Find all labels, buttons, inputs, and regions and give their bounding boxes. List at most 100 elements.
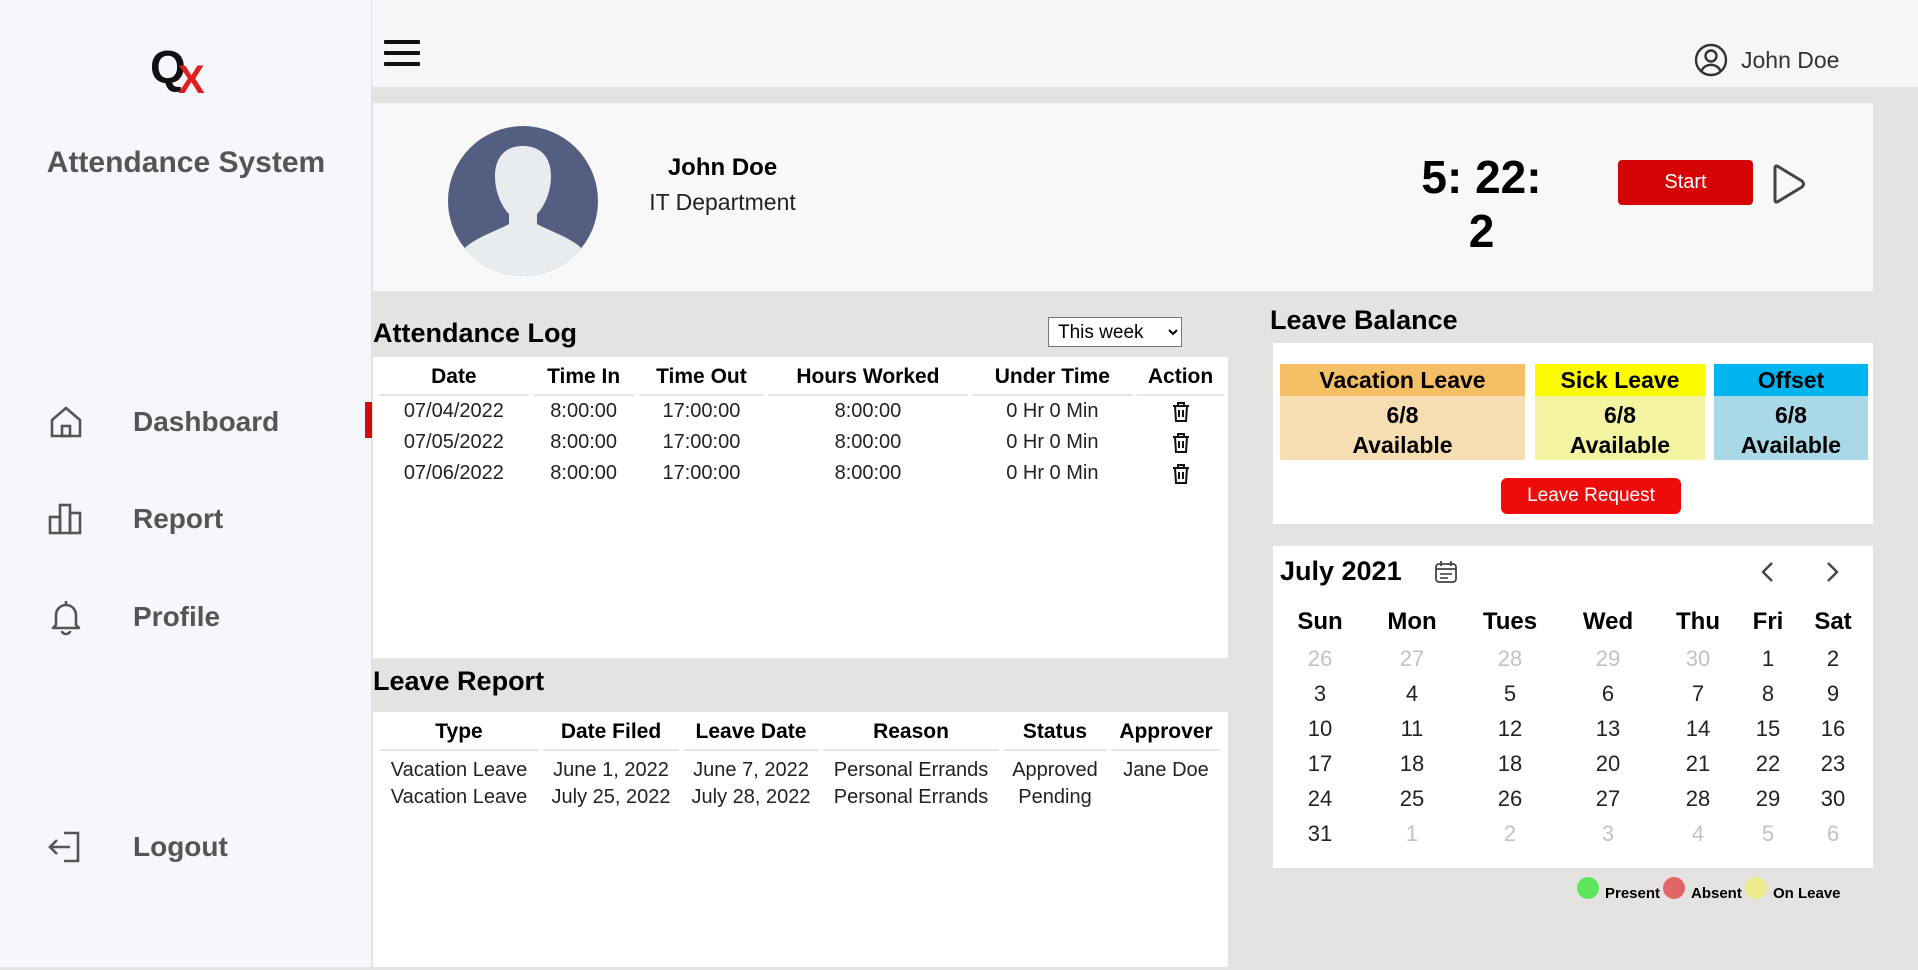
status-cell: Approved <box>1012 759 1098 781</box>
calendar-day[interactable]: 2 <box>1800 641 1866 676</box>
calendar-day[interactable]: 1 <box>1360 816 1464 851</box>
sidebar-item-label: Profile <box>133 601 221 632</box>
trash-icon[interactable] <box>1170 462 1192 486</box>
calendar-day[interactable]: 28 <box>1464 641 1556 676</box>
calendar-day[interactable]: 4 <box>1660 816 1736 851</box>
app-logo: Q X <box>150 40 220 106</box>
calendar-icon[interactable] <box>1433 559 1459 585</box>
balance-label: Offset <box>1714 364 1868 396</box>
calendar-day[interactable]: 20 <box>1556 746 1660 781</box>
balance-available: Available <box>1740 432 1842 458</box>
calendar-day[interactable]: 15 <box>1736 711 1800 746</box>
calendar-day[interactable]: 25 <box>1360 781 1464 816</box>
play-icon[interactable] <box>1768 162 1808 206</box>
date-filed-cell: June 1, 2022 <box>553 759 669 781</box>
calendar-day[interactable]: 10 <box>1280 711 1360 746</box>
sidebar-item-profile[interactable]: Profile <box>46 592 346 642</box>
weekday-header: Wed <box>1582 608 1634 635</box>
date-filed-cell: July 25, 2022 <box>551 786 671 808</box>
calendar-week: 3456789 <box>1280 676 1866 711</box>
calendar-day[interactable]: 31 <box>1280 816 1360 851</box>
balance-value: 6/8 Available <box>1535 396 1705 460</box>
trash-icon[interactable] <box>1170 431 1192 455</box>
time-in-cell: 8:00:00 <box>550 462 617 484</box>
attendance-log-table: Date Time In Time Out Hours Worked Under… <box>375 359 1228 489</box>
time-out-cell: 17:00:00 <box>662 431 741 453</box>
date-cell: 07/06/2022 <box>403 462 504 484</box>
absent-dot <box>1663 877 1685 899</box>
user-name: John Doe <box>1741 46 1840 73</box>
column-header: Under Time <box>971 359 1134 396</box>
column-header: Leave Date <box>683 714 819 751</box>
calendar-day[interactable]: 3 <box>1556 816 1660 851</box>
balance-available: Available <box>1569 432 1671 458</box>
calendar-day[interactable]: 24 <box>1280 781 1360 816</box>
on-leave-dot <box>1745 877 1767 899</box>
sidebar-item-dashboard[interactable]: Dashboard <box>46 397 346 447</box>
calendar-day[interactable]: 6 <box>1800 816 1866 851</box>
column-header: Time Out <box>638 359 765 396</box>
action-cell <box>1137 458 1224 489</box>
calendar-day[interactable]: 13 <box>1556 711 1660 746</box>
logout-button[interactable]: Logout <box>46 822 346 872</box>
calendar-day[interactable]: 27 <box>1360 641 1464 676</box>
calendar-day[interactable]: 26 <box>1464 781 1556 816</box>
calendar-day[interactable]: 2 <box>1464 816 1556 851</box>
leave-date-cell: July 28, 2022 <box>691 786 811 808</box>
user-menu[interactable]: John Doe <box>1693 42 1839 78</box>
table-row: 07/06/2022 8:00:00 17:00:00 8:00:00 0 Hr… <box>379 458 1224 489</box>
calendar-day[interactable]: 30 <box>1660 641 1736 676</box>
hamburger-icon[interactable] <box>384 40 420 70</box>
calendar-day[interactable]: 7 <box>1660 676 1736 711</box>
calendar-day[interactable]: 3 <box>1280 676 1360 711</box>
calendar-day[interactable]: 6 <box>1556 676 1660 711</box>
sidebar-item-label: Report <box>133 503 224 534</box>
calendar-day[interactable]: 8 <box>1736 676 1800 711</box>
calendar-day[interactable]: 21 <box>1660 746 1736 781</box>
calendar-day[interactable]: 5 <box>1464 676 1556 711</box>
calendar-day[interactable]: 18 <box>1360 746 1464 781</box>
calendar-day[interactable]: 17 <box>1280 746 1360 781</box>
sidebar-item-report[interactable]: Report <box>46 494 346 544</box>
leave-request-button[interactable]: Leave Request <box>1501 478 1681 514</box>
calendar-day[interactable]: 26 <box>1280 641 1360 676</box>
start-button[interactable]: Start <box>1618 160 1753 205</box>
column-header: Date Filed <box>543 714 679 751</box>
legend-label: On Leave <box>1773 885 1841 902</box>
calendar-day[interactable]: 1 <box>1736 641 1800 676</box>
logo-letter-x: X <box>178 58 205 102</box>
weekday-header: Sun <box>1297 608 1343 635</box>
logout-label: Logout <box>133 831 228 862</box>
calendar-day[interactable]: 28 <box>1660 781 1736 816</box>
calendar-day[interactable]: 9 <box>1800 676 1866 711</box>
app-title: Attendance System <box>46 146 326 179</box>
calendar-grid: Sun Mon Tues Wed Thu Fri Sat 26 27 28 29 30 1… <box>1280 603 1866 851</box>
legend-on-leave: On Leave <box>1745 877 1841 902</box>
calendar-day[interactable]: 18 <box>1464 746 1556 781</box>
calendar-day[interactable]: 27 <box>1556 781 1660 816</box>
calendar-day[interactable]: 11 <box>1360 711 1464 746</box>
present-dot <box>1577 877 1599 899</box>
calendar-day[interactable]: 30 <box>1800 781 1866 816</box>
calendar-day[interactable]: 29 <box>1556 641 1660 676</box>
under-time-cell: 0 Hr 0 Min <box>1006 400 1099 422</box>
calendar-day[interactable]: 16 <box>1800 711 1866 746</box>
calendar-day[interactable]: 4 <box>1360 676 1464 711</box>
calendar-day[interactable]: 29 <box>1736 781 1800 816</box>
sidebar-item-label: Dashboard <box>133 406 280 437</box>
calendar-day[interactable]: 12 <box>1464 711 1556 746</box>
chevron-right-icon[interactable] <box>1818 558 1846 586</box>
date-cell: 07/05/2022 <box>403 431 504 453</box>
calendar-week: 24 25 26 27 28 29 30 <box>1280 781 1866 816</box>
reason-cell: Personal Errands <box>833 786 989 808</box>
week-filter-select[interactable]: This week <box>1048 317 1182 347</box>
date-cell: 07/04/2022 <box>403 400 504 422</box>
calendar-day[interactable]: 14 <box>1660 711 1736 746</box>
column-header: Time In <box>532 359 635 396</box>
calendar-day[interactable]: 5 <box>1736 816 1800 851</box>
chevron-left-icon[interactable] <box>1754 558 1782 586</box>
trash-icon[interactable] <box>1170 400 1192 424</box>
calendar-day[interactable]: 23 <box>1800 746 1866 781</box>
calendar-day[interactable]: 22 <box>1736 746 1800 781</box>
active-nav-marker <box>365 402 372 438</box>
